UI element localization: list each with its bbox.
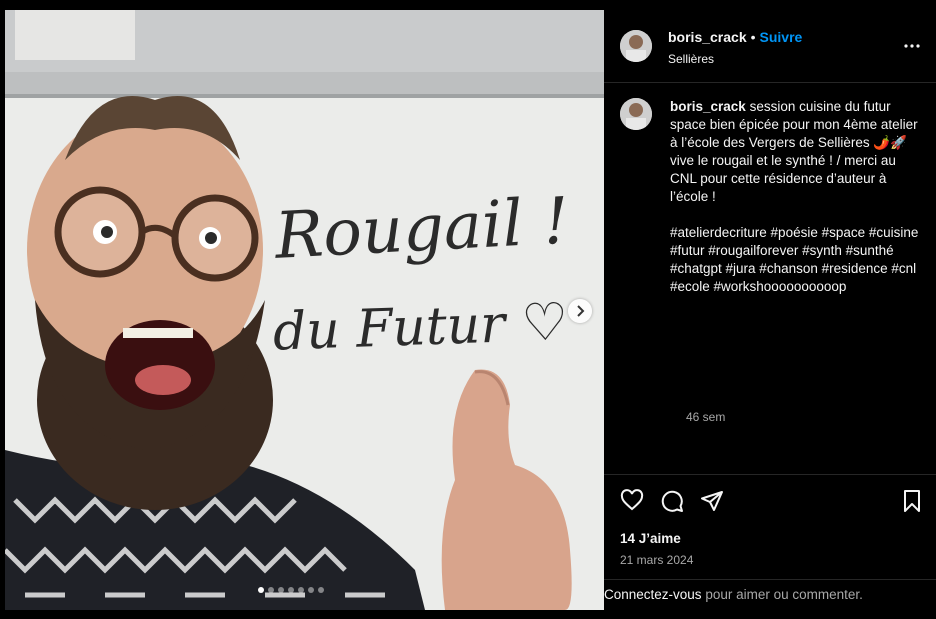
chevron-right-icon [577,305,585,317]
carousel-dot [308,587,314,593]
likes-count[interactable]: 14 J’aime [620,531,681,546]
avatar-image [620,30,652,62]
post-side-panel: boris_crack • Suivre Sellières boris_crack… [604,10,936,610]
post-header: boris_crack • Suivre Sellières [604,10,936,83]
instagram-post: Rougail ! du Futur ♡ boris_crack • Suivr… [5,10,936,610]
more-options-button[interactable] [900,34,924,58]
separator: • [750,29,756,45]
avatar[interactable] [620,30,652,62]
post-age[interactable]: 46 sem [686,410,725,424]
caption-username[interactable]: boris_crack [670,99,746,114]
more-options-icon [904,44,920,48]
avatar[interactable] [620,98,652,130]
save-button[interactable] [900,489,924,513]
share-button[interactable] [700,489,724,513]
caption-text: boris_crack session cuisine du futur spa… [670,98,920,296]
comment-icon [661,490,683,512]
login-prompt-text: pour aimer ou commenter. [701,587,863,602]
carousel-dot [278,587,284,593]
carousel-dot [318,587,324,593]
like-button[interactable] [620,489,644,513]
share-icon [701,491,723,511]
photo-illustration: Rougail ! du Futur ♡ [5,10,604,610]
post-actions: 14 J’aime 21 mars 2024 Connectez-vous po… [604,474,936,611]
bookmark-icon [904,490,920,512]
post-photo[interactable]: Rougail ! du Futur ♡ [5,10,604,610]
caption-body: session cuisine du futur space bien épic… [670,99,919,294]
board-line-2: du Futur ♡ [272,292,569,362]
avatar-image [620,98,652,130]
carousel-dot [298,587,304,593]
follow-button[interactable]: Suivre [760,29,803,45]
carousel-dots [258,587,324,593]
login-prompt: Connectez-vous pour aimer ou commenter. [604,579,936,612]
location-link[interactable]: Sellières [668,52,802,66]
heart-icon [620,489,644,511]
carousel-dot [288,587,294,593]
post-date: 21 mars 2024 [620,553,694,567]
board-line-1: Rougail ! [272,185,571,274]
carousel-dot [268,587,274,593]
carousel-dot [258,587,264,593]
comment-button[interactable] [660,489,684,513]
login-link[interactable]: Connectez-vous [604,587,702,602]
username-link[interactable]: boris_crack [668,29,747,45]
header-names: boris_crack • Suivre Sellières [668,29,802,66]
next-photo-button[interactable] [568,299,592,323]
